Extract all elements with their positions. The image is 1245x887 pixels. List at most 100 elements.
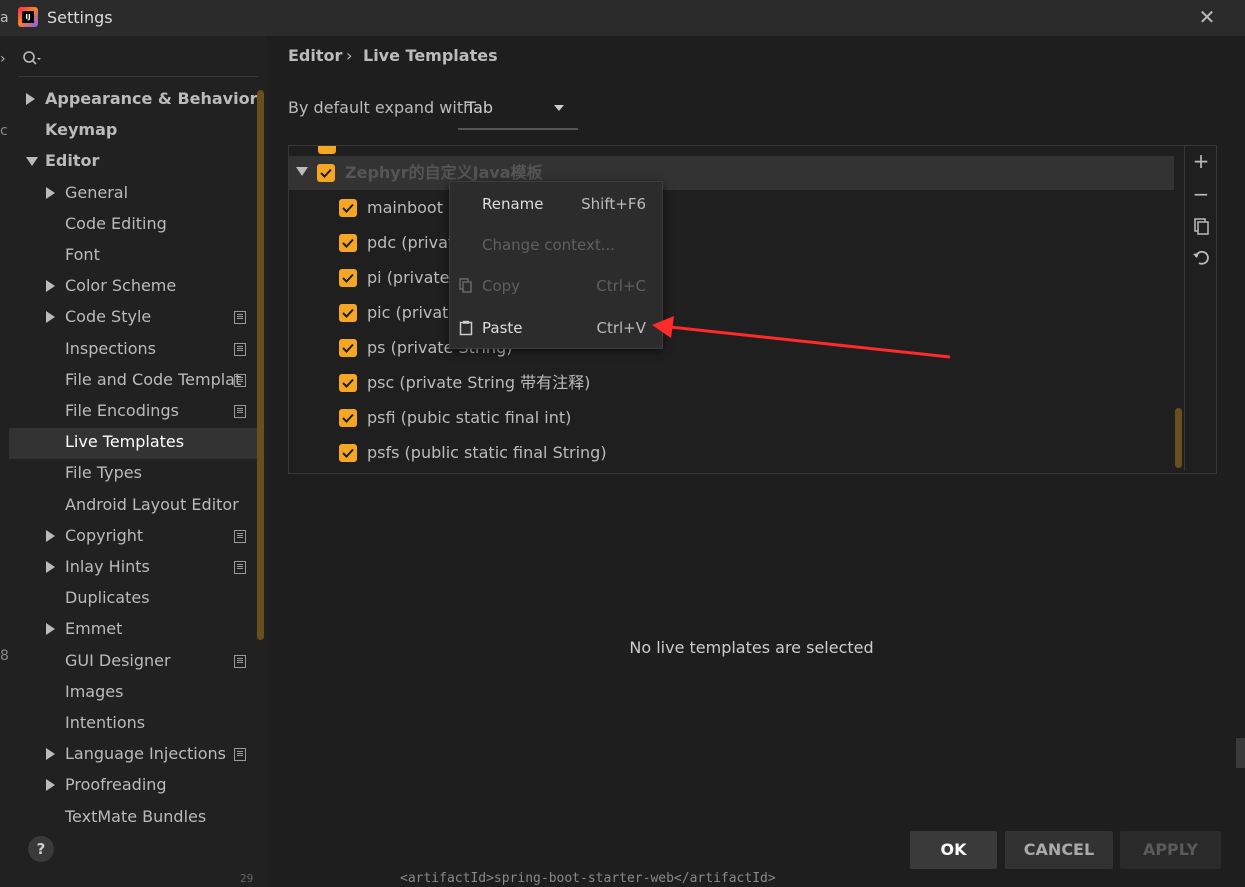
sidebar-item[interactable]: Font	[0, 240, 260, 270]
template-item[interactable]: psfi (pubic static final int)	[367, 401, 571, 435]
context-menu-item-change-context: Change context...	[450, 225, 662, 265]
help-button[interactable]: ?	[28, 836, 54, 862]
template-checkbox[interactable]	[339, 339, 357, 357]
background-code-line: <artifactId>spring-boot-starter-web</art…	[400, 871, 776, 886]
cancel-button[interactable]: CANCEL	[1005, 831, 1113, 869]
chevron-right-icon[interactable]	[46, 779, 55, 791]
template-checkbox[interactable]	[339, 444, 357, 462]
sidebar-item-label: Language Injections	[65, 744, 226, 763]
chevron-right-icon[interactable]	[46, 748, 55, 760]
template-checkbox[interactable]	[339, 409, 357, 427]
group-checkbox[interactable]	[317, 164, 335, 182]
sidebar-item[interactable]: Inspections	[0, 334, 260, 364]
template-checkbox[interactable]	[339, 199, 357, 217]
template-checkbox[interactable]	[339, 374, 357, 392]
breadcrumb-editor[interactable]: Editor	[288, 46, 342, 65]
settings-search-input[interactable]	[18, 46, 258, 77]
chevron-right-icon[interactable]	[46, 561, 55, 573]
chevron-right-icon[interactable]	[46, 530, 55, 542]
context-menu-label: Change context...	[482, 236, 616, 254]
sidebar-scrollbar[interactable]	[257, 90, 264, 640]
chevron-right-icon[interactable]	[46, 187, 55, 199]
paste-icon	[459, 320, 473, 336]
breadcrumb-live-templates: Live Templates	[363, 46, 498, 65]
sidebar-item-label: Editor	[45, 151, 100, 170]
empty-state-message: No live templates are selected	[629, 638, 874, 657]
templates-scrollbar[interactable]	[1175, 408, 1182, 468]
project-scope-icon	[234, 405, 246, 418]
sidebar-item[interactable]: Editor	[0, 146, 260, 176]
sidebar-item-label: Copyright	[65, 526, 144, 545]
group-checkbox-above[interactable]	[318, 146, 336, 154]
sidebar-item-label: Proofreading	[65, 775, 167, 794]
sidebar-item[interactable]: Images	[0, 677, 260, 707]
sidebar-item[interactable]: Copyright	[0, 521, 260, 551]
context-menu-item-copy: Copy Ctrl+C	[450, 266, 662, 306]
intellij-logo-icon: IJ	[18, 7, 38, 27]
expand-with-select[interactable]: Tab	[458, 92, 578, 130]
sidebar-item[interactable]: General	[0, 178, 260, 208]
sidebar-item-label: Code Style	[65, 307, 152, 326]
apply-button[interactable]: APPLY	[1120, 831, 1221, 869]
chevron-down-icon[interactable]	[26, 157, 38, 166]
sidebar-item-label: General	[65, 183, 129, 202]
project-scope-icon	[234, 311, 246, 324]
sidebar-item[interactable]: File Types	[0, 458, 260, 488]
annotation-arrow	[652, 316, 951, 359]
sidebar-item-label: Live Templates	[65, 432, 185, 451]
ok-button[interactable]: OK	[910, 831, 997, 869]
expand-with-label: By default expand with	[288, 98, 474, 117]
remove-icon[interactable]: −	[1191, 184, 1211, 204]
sidebar-item[interactable]: GUI Designer	[0, 646, 260, 676]
sidebar-item[interactable]: Language Injections	[0, 739, 260, 769]
chevron-right-icon[interactable]	[46, 280, 55, 292]
template-item[interactable]: pi (private	[367, 261, 450, 295]
restore-icon[interactable]	[1191, 248, 1211, 268]
template-item[interactable]: psc (private String 带有注释)	[367, 366, 590, 400]
sidebar-item[interactable]: Android Layout Editor	[0, 490, 260, 520]
sidebar-item[interactable]: TextMate Bundles	[0, 806, 260, 824]
sidebar-item[interactable]: Intentions	[0, 708, 260, 738]
background-right-edge	[1236, 738, 1245, 768]
sidebar-item-label: Android Layout Editor	[65, 495, 239, 514]
sidebar-item[interactable]: File Encodings	[0, 396, 260, 426]
sidebar-item-label: Color Scheme	[65, 276, 177, 295]
sidebar-item[interactable]: Live Templates	[0, 427, 260, 457]
template-checkbox[interactable]	[339, 234, 357, 252]
context-menu-item-rename[interactable]: Rename Shift+F6	[450, 184, 662, 224]
template-item[interactable]: psfs (public static final String)	[367, 436, 607, 470]
background-window-edge-text: al	[0, 10, 8, 26]
sidebar-item[interactable]: Color Scheme	[0, 271, 260, 301]
template-item[interactable]: pic (private	[367, 296, 458, 330]
sidebar-item[interactable]: Code Style	[0, 302, 260, 332]
context-menu-label: Copy	[482, 277, 521, 295]
sidebar-item-label: Code Editing	[65, 214, 167, 233]
context-menu-shortcut: Shift+F6	[581, 195, 646, 213]
add-icon[interactable]: +	[1191, 151, 1211, 171]
template-checkbox[interactable]	[339, 304, 357, 322]
project-scope-icon	[234, 530, 246, 543]
sidebar-item[interactable]: Emmet	[0, 614, 260, 644]
context-menu-item-paste[interactable]: Paste Ctrl+V	[450, 308, 662, 348]
duplicate-icon[interactable]	[1191, 216, 1211, 236]
context-menu-label: Paste	[482, 319, 523, 337]
sidebar-item[interactable]: Code Editing	[0, 209, 260, 239]
template-checkbox[interactable]	[339, 269, 357, 287]
window-title: Settings	[47, 8, 113, 27]
copy-icon	[459, 278, 472, 293]
chevron-right-icon[interactable]	[46, 623, 55, 635]
sidebar-item-label: File Types	[65, 463, 142, 482]
project-scope-icon	[234, 561, 246, 574]
template-group-row[interactable]: Zephyr的自定义Java模板	[289, 156, 1174, 190]
expand-arrow-icon[interactable]	[296, 167, 308, 176]
sidebar-item[interactable]: Inlay Hints	[0, 552, 260, 582]
chevron-right-icon[interactable]	[26, 93, 35, 105]
expand-with-value: Tab	[466, 98, 494, 117]
sidebar-item[interactable]: Appearance & Behavior	[0, 84, 260, 114]
sidebar-item[interactable]: Keymap	[0, 115, 260, 145]
close-icon[interactable]: ✕	[1196, 6, 1218, 28]
chevron-right-icon[interactable]	[46, 311, 55, 323]
sidebar-item[interactable]: Proofreading	[0, 770, 260, 800]
sidebar-item[interactable]: File and Code Templat	[0, 365, 260, 395]
sidebar-item[interactable]: Duplicates	[0, 583, 260, 613]
